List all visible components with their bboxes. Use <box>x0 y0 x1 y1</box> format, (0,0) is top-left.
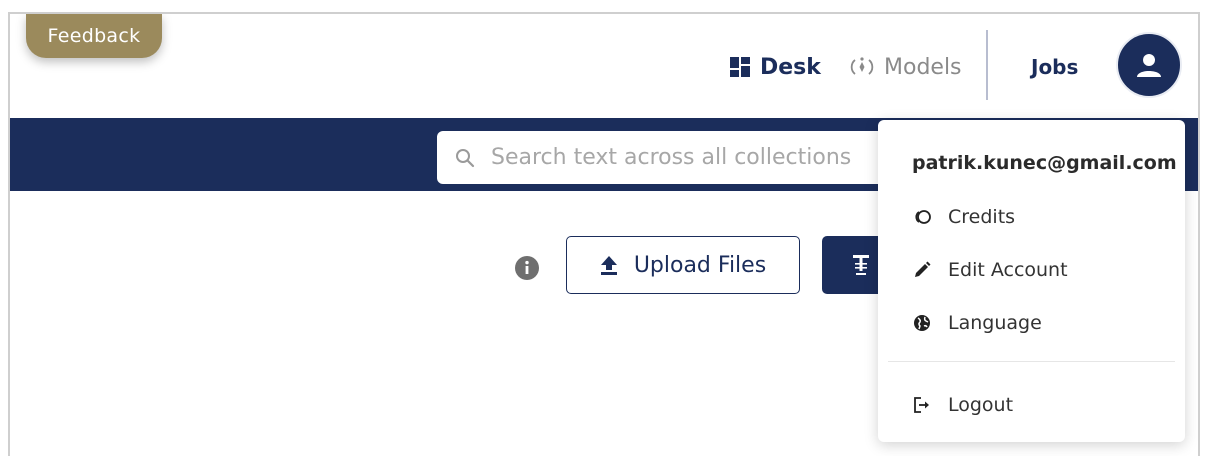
app-window: Feedback Desk Models Jobs Search text ac… <box>8 12 1200 456</box>
upload-icon <box>600 256 617 275</box>
pencil-icon <box>912 260 932 280</box>
search-icon <box>456 148 475 167</box>
search-input[interactable] <box>489 144 873 171</box>
menu-item-edit-account[interactable]: Edit Account <box>912 255 1068 285</box>
models-icon <box>850 57 874 75</box>
menu-item-label: Edit Account <box>948 259 1068 281</box>
nav-divider <box>986 30 988 100</box>
logout-icon <box>912 395 932 415</box>
text-tool-icon <box>853 255 869 275</box>
nav-desk-label: Desk <box>760 54 821 80</box>
credits-icon <box>912 207 932 227</box>
menu-item-label: Logout <box>948 394 1014 416</box>
nav-models[interactable]: Models <box>850 50 962 84</box>
feedback-button[interactable]: Feedback <box>26 14 162 58</box>
nav-jobs-label: Jobs <box>1031 55 1079 79</box>
nav-models-label: Models <box>884 54 962 80</box>
dashboard-icon <box>730 57 750 77</box>
upload-files-button[interactable]: Upload Files <box>566 236 800 294</box>
menu-item-logout[interactable]: Logout <box>912 390 1013 420</box>
account-dropdown-menu: patrik.kunec@gmail.com Credits Edit Acco… <box>878 120 1185 442</box>
feedback-label: Feedback <box>47 25 141 47</box>
top-navbar: Feedback Desk Models Jobs <box>10 14 1198 118</box>
account-email: patrik.kunec@gmail.com <box>912 152 1177 174</box>
menu-item-credits[interactable]: Credits <box>912 202 1015 232</box>
user-avatar-button[interactable] <box>1116 32 1182 98</box>
menu-divider <box>888 361 1175 362</box>
user-icon <box>1137 54 1161 77</box>
menu-item-label: Language <box>948 312 1042 334</box>
upload-files-label: Upload Files <box>633 252 767 278</box>
nav-desk[interactable]: Desk <box>730 50 821 84</box>
menu-item-label: Credits <box>948 206 1016 228</box>
search-box[interactable] <box>437 131 897 184</box>
nav-jobs[interactable]: Jobs <box>1031 50 1078 84</box>
globe-icon <box>912 313 932 333</box>
menu-item-language[interactable]: Language <box>912 308 1042 338</box>
info-icon[interactable] <box>515 256 539 284</box>
